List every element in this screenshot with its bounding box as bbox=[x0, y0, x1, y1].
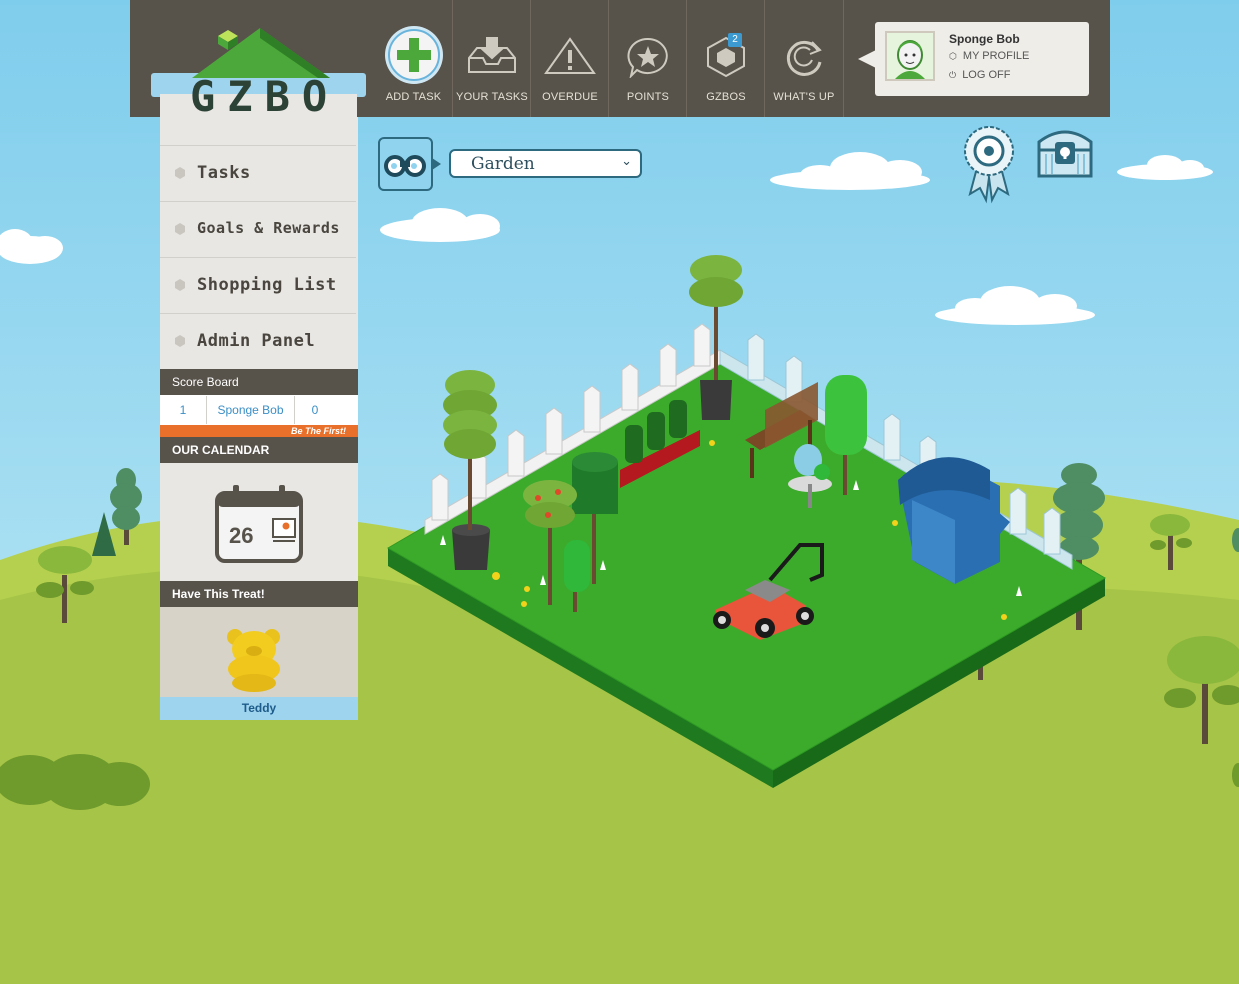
star-bubble-icon bbox=[625, 36, 671, 81]
treat-header: Have This Treat! bbox=[160, 581, 358, 607]
teddy-bear-icon bbox=[227, 629, 280, 692]
hexagon-bullet-icon bbox=[175, 335, 185, 347]
sidebar-item-shopping-list[interactable]: Shopping List bbox=[160, 257, 356, 313]
hexagon-bullet-icon bbox=[175, 167, 185, 179]
refresh-icon bbox=[782, 36, 826, 81]
sidebar-item-goals-rewards[interactable]: Goals & Rewards bbox=[160, 201, 356, 257]
sidebar-item-tasks[interactable]: Tasks bbox=[160, 145, 356, 201]
avatar[interactable] bbox=[885, 31, 935, 81]
profile-pointer bbox=[858, 50, 876, 68]
hexagon-bullet-icon bbox=[175, 279, 185, 291]
inbox-download-icon bbox=[465, 36, 519, 79]
calendar-day: 26 bbox=[229, 523, 254, 548]
treat-image[interactable] bbox=[160, 607, 358, 697]
calendar-widget[interactable]: 26 bbox=[215, 485, 303, 563]
scoreboard-header: Score Board bbox=[160, 369, 358, 395]
nav-overdue[interactable]: OVERDUE bbox=[530, 0, 609, 117]
logo-text: GZBO bbox=[190, 72, 340, 121]
award-ribbon-button[interactable] bbox=[962, 124, 1016, 204]
power-icon: ⏻ bbox=[949, 70, 957, 80]
selector-pointer bbox=[432, 158, 441, 170]
scoreboard-name[interactable]: Sponge Bob bbox=[207, 396, 295, 424]
ribbon-icon bbox=[964, 126, 1014, 204]
hexagon-bullet-icon bbox=[175, 223, 185, 235]
nav-whats-up[interactable]: WHAT'S UP bbox=[764, 0, 844, 117]
chevron-down-icon: ⌄ bbox=[621, 154, 632, 169]
log-off-link[interactable]: ⏻ LOG OFF bbox=[949, 69, 1010, 81]
treasure-chest-icon bbox=[1037, 130, 1093, 178]
warning-icon bbox=[543, 36, 597, 79]
nav-your-tasks[interactable]: YOUR TASKS bbox=[452, 0, 531, 117]
profile-card: Sponge Bob ⬡ MY PROFILE ⏻ LOG OFF bbox=[875, 22, 1089, 96]
add-task-icon bbox=[383, 24, 445, 89]
nav-add-task[interactable]: ADD TASK bbox=[375, 0, 452, 117]
view-binoculars-button[interactable] bbox=[378, 137, 433, 191]
scoreboard-score: 0 bbox=[311, 403, 319, 417]
calendar-header: OUR CALENDAR bbox=[160, 437, 358, 463]
treat-name[interactable]: Teddy bbox=[160, 697, 358, 720]
nav-gzbos[interactable]: 2 GZBOS bbox=[686, 0, 765, 117]
sidebar: Tasks Goals & Rewards Shopping List Admi… bbox=[160, 117, 358, 720]
treasure-chest-button[interactable] bbox=[1036, 124, 1094, 178]
hexagon-small-icon: ⬡ bbox=[949, 51, 957, 61]
be-the-first-banner[interactable]: Be The First! bbox=[160, 425, 358, 437]
nav-points[interactable]: POINTS bbox=[608, 0, 687, 117]
sidebar-item-admin-panel[interactable]: Admin Panel bbox=[160, 313, 356, 369]
binoculars-icon bbox=[384, 155, 426, 177]
scoreboard-rank: 1 bbox=[160, 396, 207, 424]
my-profile-link[interactable]: ⬡ MY PROFILE bbox=[949, 50, 1029, 62]
room-select[interactable]: Garden ⌄ bbox=[449, 149, 642, 178]
profile-name: Sponge Bob bbox=[949, 32, 1020, 46]
gzbos-count-badge: 2 bbox=[728, 33, 742, 47]
